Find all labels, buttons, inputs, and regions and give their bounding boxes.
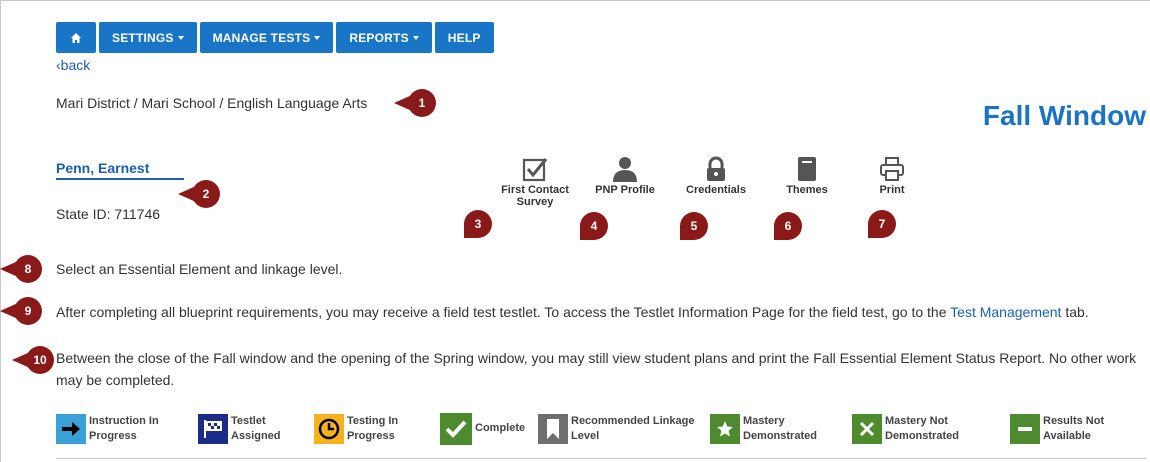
themes-button[interactable]: Themes [780, 156, 834, 196]
legend-mastery-demonstrated: Mastery Demonstrated [710, 414, 817, 444]
flag-icon [198, 414, 228, 444]
minus-icon [1010, 414, 1040, 444]
tool-label: First Contact Survey [501, 184, 569, 208]
pnp-profile-button[interactable]: PNP Profile [592, 156, 658, 196]
breadcrumb: Mari District / Mari School / English La… [56, 95, 368, 111]
marker-label: 2 [202, 187, 210, 201]
star-icon [710, 414, 740, 444]
print-button[interactable]: Print [872, 156, 912, 196]
caret-down-icon [177, 35, 184, 40]
callout-marker-8: 8 [0, 255, 42, 283]
marker-label: 7 [878, 217, 886, 231]
legend-results-not-available: Results Not Available [1010, 414, 1104, 444]
marker-label: 1 [418, 96, 426, 110]
lock-icon [707, 156, 725, 181]
tool-label: Credentials [686, 184, 746, 196]
legend-label: Demonstrated [885, 430, 959, 442]
instruction-select: Select an Essential Element and linkage … [56, 261, 343, 277]
book-icon [798, 157, 816, 181]
back-link[interactable]: ‹back [56, 57, 90, 73]
window-title: Fall Window [982, 100, 1146, 131]
home-icon [71, 32, 81, 43]
page-frame [0, 0, 1150, 462]
manage-tests-menu-button[interactable]: MANAGE TESTS [199, 22, 334, 53]
person-icon [613, 157, 637, 182]
legend-label: Testing In [347, 415, 399, 427]
instruction-window-note: Between the close of the Fall window and… [56, 350, 1137, 388]
manage-tests-label: MANAGE TESTS [212, 30, 311, 45]
home-button[interactable] [56, 22, 96, 53]
callout-marker-5: 5 [680, 212, 708, 240]
callout-marker-3: 3 [464, 210, 492, 238]
reports-label: REPORTS [349, 30, 409, 45]
legend-label: Recommended Linkage [571, 415, 695, 427]
tool-label: Print [879, 184, 905, 196]
legend-testing-in-progress: Testing In Progress [314, 414, 398, 444]
legend-mastery-not-demonstrated: Mastery Not Demonstrated [852, 414, 959, 444]
caret-down-icon [314, 35, 321, 40]
marker-label: 4 [590, 219, 598, 233]
test-management-link[interactable]: Test Management [950, 304, 1061, 320]
legend-label: Assigned [231, 430, 281, 442]
marker-label: 5 [690, 219, 698, 233]
main-nav: SETTINGS MANAGE TESTS REPORTS HELP [56, 22, 494, 53]
marker-label: 10 [33, 353, 47, 367]
legend-label: Available [1043, 430, 1091, 442]
legend-recommended-linkage-level: Recommended Linkage Level [538, 414, 694, 444]
settings-menu-button[interactable]: SETTINGS [99, 22, 197, 53]
tool-label: PNP Profile [595, 184, 655, 196]
legend-instruction-in-progress: Instruction In Progress [56, 414, 159, 444]
callout-marker-9: 9 [0, 297, 42, 325]
arrow-right-icon [56, 414, 86, 444]
legend-label: Testlet [231, 415, 266, 427]
settings-label: SETTINGS [112, 30, 174, 45]
student-name-link[interactable]: Penn, Earnest [56, 160, 184, 180]
reports-menu-button[interactable]: REPORTS [336, 22, 432, 53]
first-contact-survey-button[interactable]: First Contact Survey [498, 156, 572, 208]
legend-label: Progress [347, 430, 395, 442]
x-icon [852, 414, 882, 444]
legend-label: Mastery [743, 415, 785, 427]
state-id: State ID: 711746 [56, 206, 161, 222]
legend-testlet-assigned: Testlet Assigned [198, 414, 281, 444]
callout-marker-4: 4 [580, 212, 608, 240]
legend-label: Complete [475, 422, 526, 434]
caret-down-icon [412, 35, 419, 40]
help-button[interactable]: HELP [434, 22, 494, 53]
callout-marker-2: 2 [178, 180, 220, 208]
instruction-text: After completing all blueprint requireme… [56, 304, 947, 320]
bookmark-icon [538, 414, 568, 444]
callout-marker-7: 7 [868, 210, 896, 238]
legend-label: Progress [89, 430, 137, 442]
legend-complete: Complete [440, 413, 525, 445]
legend-label: Level [571, 430, 600, 442]
check-icon [440, 413, 472, 445]
printer-icon [880, 157, 904, 181]
marker-label: 3 [474, 217, 482, 231]
credentials-button[interactable]: Credentials [682, 156, 750, 196]
bottom-divider [56, 458, 1146, 459]
help-label: HELP [447, 30, 481, 45]
callout-marker-6: 6 [774, 212, 802, 240]
callout-marker-1: 1 [394, 89, 436, 117]
callout-marker-10: 10 [12, 346, 54, 374]
marker-label: 8 [24, 262, 32, 276]
marker-label: 9 [24, 304, 32, 318]
legend-label: Mastery Not [885, 415, 948, 427]
tool-label: Themes [786, 184, 828, 196]
marker-label: 6 [784, 219, 792, 233]
instruction-text: tab. [1065, 304, 1089, 320]
legend-label: Instruction In [89, 415, 159, 427]
clock-icon [314, 414, 344, 444]
checkbox-icon [522, 158, 548, 182]
legend-label: Demonstrated [743, 430, 817, 442]
legend-label: Results Not [1043, 415, 1105, 427]
instruction-field-test: After completing all blueprint requireme… [56, 301, 1089, 323]
